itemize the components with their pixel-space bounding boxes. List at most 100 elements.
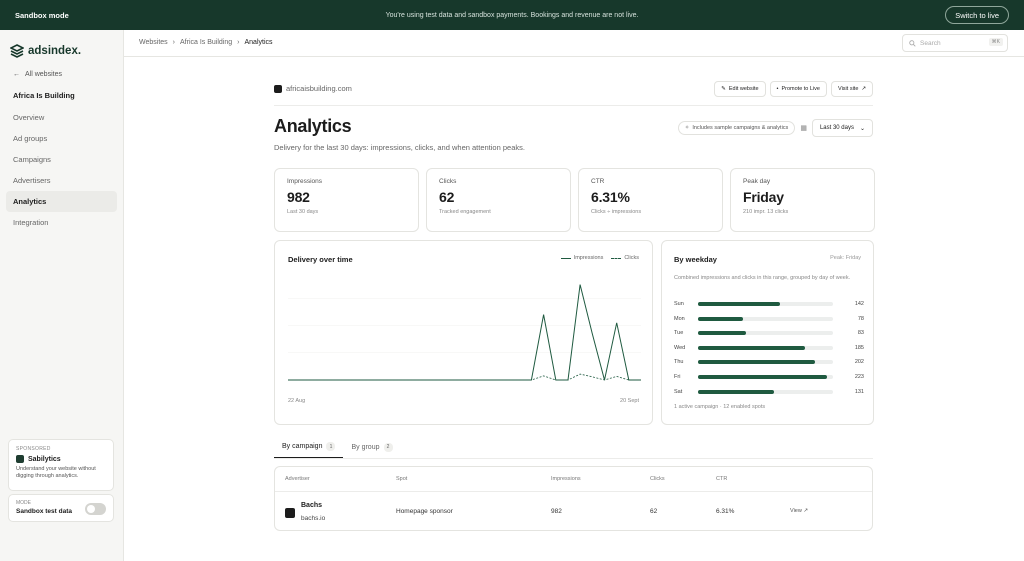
- site-domain: africaisbuilding.com: [274, 84, 352, 93]
- stat-value: 62: [439, 189, 455, 205]
- visit-label: Visit site: [838, 86, 859, 92]
- page-subtitle: Delivery for the last 30 days: impressio…: [274, 143, 525, 152]
- sidebar-nav: Overview Ad groups Campaigns Advertisers…: [6, 107, 117, 233]
- breadcrumb-site[interactable]: Africa Is Building: [180, 39, 232, 46]
- breadcrumb: Websites › Africa Is Building › Analytic…: [139, 39, 273, 46]
- sidebar-item-ad-groups[interactable]: Ad groups: [6, 128, 117, 149]
- pencil-icon: ✎: [721, 86, 726, 92]
- stat-value: 6.31%: [591, 189, 630, 205]
- weekday-footer: 1 active campaign · 12 enabled spots: [674, 404, 766, 410]
- view-tabs: By campaign 1 By group 2: [274, 436, 401, 458]
- header-bar: Websites › Africa Is Building › Analytic…: [124, 30, 1024, 57]
- stat-sub: Tracked engagement: [439, 209, 491, 215]
- sidebar-item-advertisers[interactable]: Advertisers: [6, 170, 117, 191]
- weekday-bar-track: [698, 331, 833, 336]
- edit-website-button[interactable]: ✎ Edit website: [714, 81, 766, 97]
- visit-site-button[interactable]: Visit site ↗: [831, 81, 873, 97]
- weekday-label: Fri: [674, 374, 681, 380]
- weekday-peak: Peak: Friday: [830, 255, 861, 261]
- weekday-label: Sun: [674, 301, 684, 307]
- sidebar-item-overview[interactable]: Overview: [6, 107, 117, 128]
- stat-card-clicks: Clicks 62 Tracked engagement: [426, 168, 571, 232]
- filters: ✧ Includes sample campaigns & analytics ▦…: [677, 119, 873, 137]
- stat-card-impressions: Impressions 982 Last 30 days: [274, 168, 419, 232]
- stats-row: Impressions 982 Last 30 days Clicks 62 T…: [274, 168, 875, 232]
- stat-sub: Clicks ÷ impressions: [591, 209, 642, 215]
- clicks-line: [288, 373, 641, 381]
- sample-data-pill[interactable]: ✧ Includes sample campaigns & analytics: [677, 121, 796, 135]
- external-link-icon: ↗: [803, 508, 808, 514]
- column-impressions: Impressions: [551, 476, 581, 482]
- stat-label: CTR: [591, 178, 605, 185]
- date-range-select[interactable]: Last 30 days ⌄: [811, 119, 873, 137]
- external-link-icon: ↗: [861, 86, 866, 92]
- weekday-bar-track: [698, 360, 833, 365]
- sidebar-item-integration[interactable]: Integration: [6, 212, 117, 233]
- stat-label: Clicks: [439, 178, 457, 185]
- weekday-row-sat: Sat 131: [674, 388, 864, 396]
- sponsor-brand: Sabilytics: [16, 455, 106, 463]
- weekday-bar: [698, 389, 774, 394]
- tab-label: By group: [351, 443, 380, 451]
- impressions-line: [288, 284, 641, 381]
- weekday-bar-track: [698, 345, 833, 350]
- date-range-value: Last 30 days: [819, 125, 854, 131]
- advertiser-logo-icon: [285, 508, 295, 518]
- weekday-row-mon: Mon 78: [674, 315, 864, 323]
- chevron-right-icon: ›: [172, 39, 176, 46]
- weekday-bar-track: [698, 389, 833, 394]
- stat-label: Impressions: [287, 178, 323, 185]
- ctr-cell: 6.31%: [716, 508, 735, 515]
- clicks-cell: 62: [650, 508, 658, 515]
- tab-by-campaign[interactable]: By campaign 1: [274, 436, 344, 458]
- tab-divider: [274, 458, 873, 459]
- sponsor-logo-icon: [16, 455, 24, 463]
- sidebar-item-analytics[interactable]: Analytics: [6, 191, 117, 212]
- sponsored-card[interactable]: SPONSORED Sabilytics Understand your web…: [8, 439, 114, 491]
- x-axis-end-label: 20 Sept: [620, 398, 639, 404]
- mode-card: MODE Sandbox test data: [8, 494, 114, 522]
- tab-label: By campaign: [282, 443, 323, 450]
- logo[interactable]: adsindex.: [10, 44, 81, 58]
- promote-to-live-button[interactable]: • Promote to Live: [769, 81, 827, 97]
- sidebar-item-campaigns[interactable]: Campaigns: [6, 149, 117, 170]
- breadcrumb-websites[interactable]: Websites: [139, 39, 168, 46]
- sparkle-icon: ✧: [684, 125, 690, 131]
- tab-by-group[interactable]: By group 2: [343, 436, 400, 458]
- weekday-bar: [698, 360, 816, 365]
- weekday-label: Tue: [674, 330, 684, 337]
- column-ctr: CTR: [716, 476, 728, 482]
- switch-to-live-button[interactable]: Switch to live: [945, 6, 1009, 24]
- table-header: Advertiser Spot Impressions Clicks CTR: [275, 467, 872, 492]
- impressions-cell: 982: [551, 508, 562, 515]
- column-clicks: Clicks: [650, 476, 665, 482]
- weekday-value: 131: [854, 388, 864, 395]
- weekday-row-fri: Fri 223: [674, 373, 864, 381]
- weekday-label: Sat: [674, 388, 683, 395]
- weekday-row-sun: Sun 142: [674, 300, 864, 308]
- page-actions: ✎ Edit website • Promote to Live Visit sit…: [714, 81, 873, 97]
- divider: [274, 105, 873, 106]
- view-button[interactable]: View ↗: [790, 508, 808, 514]
- search-placeholder: Search: [920, 39, 941, 47]
- weekday-row-wed: Wed 185: [674, 344, 864, 352]
- advertiser-name: Bachs: [301, 502, 323, 509]
- sandbox-toggle[interactable]: [85, 503, 106, 515]
- sidebar: adsindex. ← All websites Africa Is Build…: [0, 30, 124, 561]
- back-to-websites-link[interactable]: ← All websites: [13, 71, 62, 78]
- weekday-card: By weekday Peak: Friday Combined impress…: [661, 240, 874, 425]
- weekday-row-tue: Tue 83: [674, 329, 864, 337]
- sample-data-label: Includes sample campaigns & analytics: [692, 125, 789, 131]
- weekday-bar-track: [698, 375, 833, 379]
- weekday-bar: [698, 302, 781, 306]
- edit-website-label: Edit website: [728, 86, 759, 92]
- sandbox-banner: Sandbox mode You're using test data and …: [0, 0, 1024, 30]
- weekday-bar-track: [698, 316, 833, 321]
- x-axis-start-label: 22 Aug: [288, 398, 306, 404]
- search-input[interactable]: Search ⌘K: [902, 34, 1008, 52]
- sponsor-name: Sabilytics: [28, 455, 61, 463]
- stat-value: 982: [287, 189, 310, 205]
- domain-text: africaisbuilding.com: [286, 84, 352, 93]
- weekday-label: Wed: [674, 344, 686, 351]
- column-spot: Spot: [396, 476, 408, 482]
